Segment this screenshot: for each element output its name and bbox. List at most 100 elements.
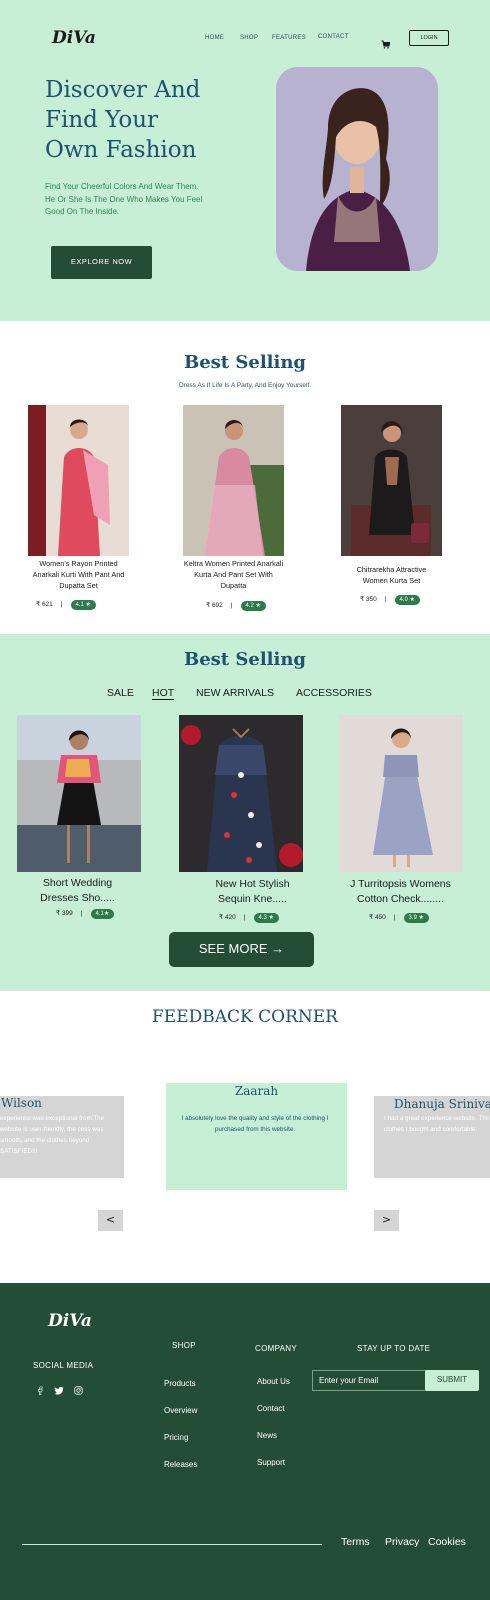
tab-new-arrivals[interactable]: NEW ARRIVALS (196, 687, 274, 699)
best-selling-title: Best Selling (183, 352, 307, 373)
product-name-line: Anarkali Kurti With Pant And (32, 570, 125, 579)
best-selling-subtitle: Dress As If Life Is A Party, And Enjoy Y… (178, 382, 312, 389)
footer-link-about-us[interactable]: About Us (257, 1377, 290, 1386)
rating-badge: 3.9 ★ (403, 913, 429, 923)
footer-link-overview[interactable]: Overview (164, 1406, 197, 1415)
price: ₹ 450 (369, 914, 386, 921)
email-input[interactable]: Enter your Email (312, 1370, 426, 1391)
cart-icon[interactable] (381, 34, 391, 53)
rating-badge: 4.0 ★ (394, 595, 420, 605)
testimonial-text: I had a great experience website. The cl… (384, 1115, 490, 1133)
tab-hot[interactable]: HOT (152, 687, 175, 700)
testimonial-card: Wilson experience was exceptional from T… (0, 1096, 124, 1178)
rating-badge: 4.1 ★ (70, 600, 96, 610)
product-name-line: Dresses Sho..... (40, 892, 115, 904)
footer-link-products[interactable]: Products (164, 1379, 196, 1388)
product-image[interactable] (339, 715, 463, 872)
nav-features[interactable]: FEATURES (272, 35, 306, 41)
price-row: ₹ 621 | 4.1 ★ (36, 600, 96, 610)
product-name-line: Keltra Women Printed Anarkali (183, 559, 284, 568)
product-image[interactable] (17, 715, 141, 872)
product-image[interactable] (28, 405, 129, 556)
hero-title-line: Own Fashion (45, 137, 197, 163)
prev-button[interactable]: < (98, 1210, 123, 1231)
hero-section: DiVa HOME SHOP FEATURES CONTACT LOGIN Di… (0, 0, 490, 321)
footer-logo[interactable]: DiVa (48, 1311, 92, 1331)
divider: | (230, 602, 233, 609)
product-name-line: Sequin Kne..... (218, 893, 287, 905)
logo[interactable]: DiVa (52, 28, 96, 48)
footer-link-contact[interactable]: Contact (257, 1404, 285, 1413)
product-name: New Hot Stylish Sequin Kne..... (189, 877, 316, 907)
product-name-line: J Turritopsis Womens (350, 878, 451, 890)
product-name-line: Short Wedding (42, 877, 113, 889)
submit-button[interactable]: SUBMIT (425, 1370, 479, 1391)
nav-contact[interactable]: CONTACT (318, 34, 349, 40)
divider: | (393, 914, 396, 921)
feedback-title: FEEDBACK CORNER (152, 1007, 338, 1027)
price: ₹ 399 (56, 910, 73, 917)
hero-model-image (276, 67, 438, 271)
best-selling-tabs-section: Best Selling SALE HOT NEW ARRIVALS ACCES… (0, 634, 490, 991)
price-row: ₹ 399 | 4.1★ (56, 909, 115, 919)
price-row: ₹ 350 | 4.0 ★ (360, 595, 420, 605)
product-name-line: Women's Rayon Printed (39, 559, 118, 568)
price-row: ₹ 450 | 3.9 ★ (369, 913, 429, 923)
product-name-line: Dupatta Set (59, 581, 98, 590)
footer-link-pricing[interactable]: Pricing (164, 1433, 188, 1442)
login-button[interactable]: LOGIN (409, 30, 449, 46)
testimonial-text: experience was exceptional from The webs… (0, 1115, 105, 1155)
twitter-icon[interactable] (54, 1380, 64, 1399)
hero-subtitle-line: He Or She Is The One Who Makes You Feel (45, 194, 203, 204)
footer-link-news[interactable]: News (257, 1431, 277, 1440)
next-button[interactable]: > (374, 1210, 399, 1231)
testimonial-card-active: Zaarah I absolutely love the quality and… (166, 1083, 347, 1190)
terms-link[interactable]: Terms (341, 1536, 370, 1548)
price: ₹ 621 (36, 601, 53, 608)
price: ₹ 692 (206, 602, 223, 609)
footer: DiVa SOCIAL MEDIA SHOP Products Overview… (0, 1283, 490, 1600)
hero-title-line: Find Your (45, 107, 159, 133)
testimonial-name: Dhanuja Srinivas (394, 1097, 490, 1111)
price: ₹ 420 (219, 914, 236, 921)
product-name-line: Cotton Check........ (357, 893, 444, 905)
product-image[interactable] (183, 405, 284, 556)
see-more-button[interactable]: SEE MORE → (169, 932, 314, 967)
product-name-line: Women Kurta Set (362, 576, 421, 585)
divider: | (384, 596, 387, 603)
footer-divider (22, 1544, 322, 1545)
footer-link-releases[interactable]: Releases (164, 1460, 197, 1469)
product-image[interactable] (341, 405, 442, 556)
product-name-line: Chitrarekha Attractive (356, 565, 427, 574)
rating-badge: 4.3 ★ (253, 913, 279, 923)
product-name: Chitrarekha Attractive Women Kurta Set (333, 564, 450, 586)
product-name: J Turritopsis Womens Cotton Check.......… (337, 877, 464, 907)
testimonial-name: Zaarah (234, 1084, 279, 1098)
cookies-link[interactable]: Cookies (428, 1536, 466, 1548)
testimonial-text: I absolutely love the quality and style … (181, 1115, 329, 1133)
hero-subtitle-line: Find Your Cheerful Colors And Wear Them. (45, 182, 199, 191)
hero-subtitle: Find Your Cheerful Colors And Wear Them.… (45, 181, 275, 219)
newsletter-title: STAY UP TO DATE (357, 1344, 431, 1353)
explore-now-button[interactable]: EXPLORE NOW (51, 246, 152, 279)
hero-title-line: Discover And (45, 77, 201, 103)
rating-badge: 4.1★ (90, 909, 115, 919)
divider: | (60, 601, 63, 608)
testimonial-card: Dhanuja Srinivas I had a great experienc… (374, 1096, 490, 1178)
product-name-line: Kurta And Pant Set With (194, 570, 273, 579)
hero-title: Discover And Find Your Own Fashion (45, 75, 265, 165)
privacy-link[interactable]: Privacy (385, 1536, 419, 1548)
facebook-icon[interactable] (36, 1380, 44, 1399)
footer-link-support[interactable]: Support (257, 1458, 285, 1467)
nav-home[interactable]: HOME (205, 35, 224, 41)
tab-accessories[interactable]: ACCESSORIES (296, 687, 372, 699)
price-row: ₹ 420 | 4.3 ★ (219, 913, 279, 923)
price: ₹ 350 (360, 596, 377, 603)
product-name-line: New Hot Stylish (215, 878, 290, 890)
nav-shop[interactable]: SHOP (240, 35, 258, 41)
instagram-icon[interactable] (74, 1380, 83, 1399)
product-name: Women's Rayon Printed Anarkali Kurti Wit… (20, 558, 137, 591)
product-image[interactable] (179, 715, 303, 872)
tab-sale[interactable]: SALE (107, 687, 134, 699)
best-selling-title: Best Selling (183, 649, 307, 670)
